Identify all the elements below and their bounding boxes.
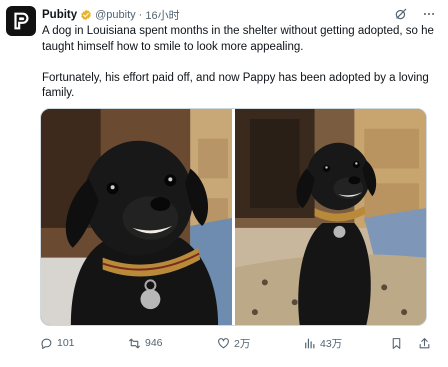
views-count: 43万 xyxy=(320,337,343,350)
avatar[interactable] xyxy=(6,6,36,36)
reply-icon xyxy=(41,338,52,349)
header-separator: · xyxy=(138,9,143,21)
reply-button[interactable]: 101 xyxy=(40,337,75,350)
dog-photo-right[interactable] xyxy=(235,109,426,325)
tweet-paragraph-2: Fortunately, his effort paid off, and no… xyxy=(42,71,429,100)
retweet-icon xyxy=(129,338,140,348)
reply-count: 101 xyxy=(57,337,75,349)
views-icon xyxy=(305,338,315,348)
media-grid xyxy=(40,108,427,326)
top-actions xyxy=(394,7,436,21)
views-button[interactable]: 43万 xyxy=(303,336,342,351)
more-icon[interactable] xyxy=(422,7,436,21)
tweet-header: Pubity @pubity · 16小时 xyxy=(42,7,180,23)
author-handle[interactable]: @pubity xyxy=(95,9,136,21)
share-icon xyxy=(419,337,430,348)
grok-icon[interactable] xyxy=(394,7,408,21)
engagement-bar: 101 946 2万 43万 xyxy=(40,334,436,352)
post-time[interactable]: 16小时 xyxy=(145,7,179,23)
gold-verified-badge-icon[interactable] xyxy=(80,9,92,21)
heart-icon xyxy=(218,337,229,348)
bookmark-button[interactable] xyxy=(390,337,403,350)
author-name[interactable]: Pubity xyxy=(42,9,77,21)
tweet-text: A dog in Louisiana spent months in the s… xyxy=(42,24,438,102)
tweet[interactable]: Pubity @pubity · 16小时 A dog in Louisiana… xyxy=(0,0,448,367)
dog-photo-left[interactable] xyxy=(41,109,232,325)
retweet-button[interactable]: 946 xyxy=(128,337,163,350)
share-button[interactable] xyxy=(418,337,431,350)
like-count: 2万 xyxy=(234,337,251,350)
tweet-paragraph-1: A dog in Louisiana spent months in the s… xyxy=(42,25,434,53)
pubity-logo-icon xyxy=(14,12,29,30)
like-button[interactable]: 2万 xyxy=(217,336,250,351)
retweet-count: 946 xyxy=(145,337,163,349)
bookmark-icon xyxy=(392,337,401,349)
